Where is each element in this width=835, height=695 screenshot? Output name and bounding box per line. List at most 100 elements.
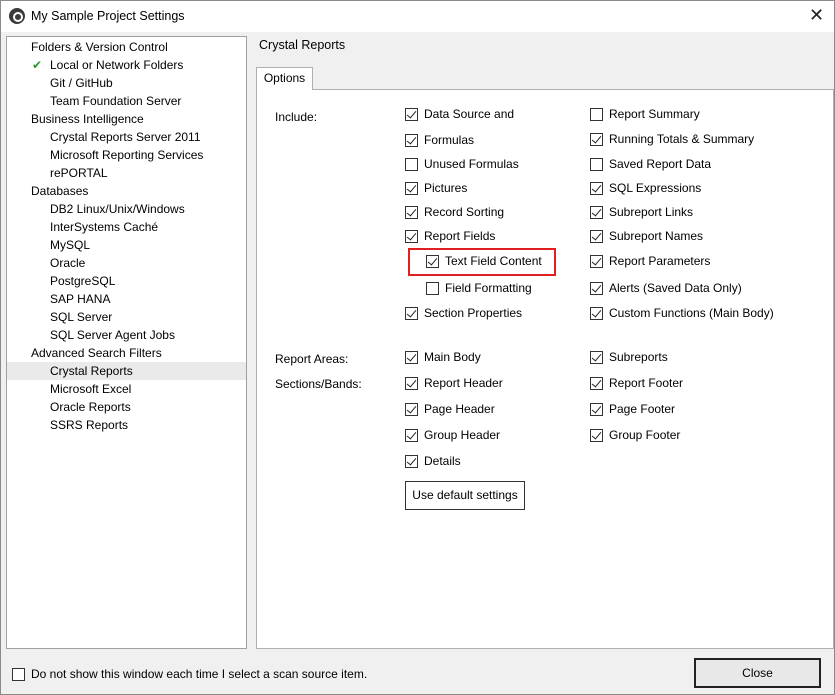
checkbox-box[interactable] <box>590 133 603 146</box>
tree-item[interactable]: SQL Server Agent Jobs <box>7 326 246 344</box>
checkbox-box[interactable] <box>590 351 603 364</box>
option-label: Report Parameters <box>609 254 711 268</box>
tree-item-label: SQL Server <box>50 310 113 324</box>
tree-item[interactable]: Team Foundation Server <box>7 92 246 110</box>
option-label: Report Header <box>424 376 503 390</box>
tree-item-label: Oracle <box>50 256 86 270</box>
options-panel <box>256 89 834 649</box>
checkbox-box[interactable] <box>12 668 25 681</box>
tree-item[interactable]: Crystal Reports <box>7 362 246 380</box>
tree-item-label: Microsoft Reporting Services <box>50 148 204 162</box>
option-label: SQL Expressions <box>609 181 702 195</box>
tree-item-label: Databases <box>31 184 89 198</box>
checkbox-box[interactable] <box>590 429 603 442</box>
tree-item-label: PostgreSQL <box>50 274 116 288</box>
checkbox-box[interactable] <box>590 108 603 121</box>
checkbox-box[interactable] <box>405 429 418 442</box>
tree-category[interactable]: Advanced Search Filters <box>7 344 246 362</box>
tree-item[interactable]: ✔ Local or Network Folders <box>7 56 246 74</box>
tree-item-label: Oracle Reports <box>50 400 131 414</box>
checkbox-box[interactable] <box>405 134 418 147</box>
tree-item[interactable]: Microsoft Excel <box>7 380 246 398</box>
option-label: Group Footer <box>609 428 681 442</box>
option-label: Main Body <box>424 350 481 364</box>
option-label: Formulas <box>424 133 475 147</box>
option-label: Subreports <box>609 350 668 364</box>
window-title: My Sample Project Settings <box>31 9 185 23</box>
tree-item-label: Business Intelligence <box>31 112 144 126</box>
tree-item-label: SAP HANA <box>50 292 111 306</box>
checkbox-box[interactable] <box>590 255 603 268</box>
tree-item[interactable]: SQL Server <box>7 308 246 326</box>
tree-item[interactable]: Oracle <box>7 254 246 272</box>
window-close-icon[interactable]: ✕ <box>799 1 834 32</box>
tree-item-label: InterSystems Caché <box>50 220 159 234</box>
tree-item-label: Git / GitHub <box>50 76 113 90</box>
tree-item[interactable]: rePORTAL <box>7 164 246 182</box>
tree-item-label: Team Foundation Server <box>50 94 182 108</box>
option-label: Page Header <box>424 402 495 416</box>
sections-bands-label: Sections/Bands: <box>275 377 362 391</box>
checkbox-box[interactable] <box>405 158 418 171</box>
option-label: Subreport Links <box>609 205 694 219</box>
tree-item-label: SQL Server Agent Jobs <box>50 328 175 342</box>
tab-options[interactable]: Options <box>256 67 313 90</box>
tree-category[interactable]: Business Intelligence <box>7 110 246 128</box>
tree-item[interactable]: DB2 Linux/Unix/Windows <box>7 200 246 218</box>
tree-item-label: SSRS Reports <box>50 418 129 432</box>
tree-item-label: DB2 Linux/Unix/Windows <box>50 202 185 216</box>
checkbox-box[interactable] <box>590 282 603 295</box>
tree-item-label: Microsoft Excel <box>50 382 132 396</box>
tree-item[interactable]: Microsoft Reporting Services <box>7 146 246 164</box>
source-tree: Folders & Version Control ✔ Local or Netwo… <box>6 36 247 649</box>
checkbox-box[interactable] <box>405 403 418 416</box>
checkbox-box[interactable] <box>405 377 418 390</box>
checkbox-box[interactable] <box>405 455 418 468</box>
checkbox-box[interactable] <box>405 182 418 195</box>
checkbox-box[interactable] <box>590 230 603 243</box>
checkbox-box[interactable] <box>405 108 418 121</box>
tree-item[interactable]: Git / GitHub <box>7 74 246 92</box>
checkbox-box[interactable] <box>405 351 418 364</box>
include-label: Include: <box>275 110 318 124</box>
tree-item[interactable]: Oracle Reports <box>7 398 246 416</box>
checkbox-box[interactable] <box>590 403 603 416</box>
option-label: Data Source and <box>424 107 515 121</box>
tree-item[interactable]: MySQL <box>7 236 246 254</box>
checkbox-box[interactable] <box>590 158 603 171</box>
close-button[interactable]: Close <box>694 658 821 688</box>
checkbox-box[interactable] <box>590 307 603 320</box>
option-label: Group Header <box>424 428 501 442</box>
option-label: Field Formatting <box>445 281 532 295</box>
use-default-settings-button[interactable]: Use default settings <box>405 481 525 510</box>
checkbox-box[interactable] <box>405 230 418 243</box>
tree-item-label: rePORTAL <box>50 166 108 180</box>
checkbox-box[interactable] <box>405 307 418 320</box>
checkbox-box[interactable] <box>590 377 603 390</box>
report-areas-label: Report Areas: <box>275 352 349 366</box>
option-label: Report Footer <box>609 376 684 390</box>
option-label: Running Totals & Summary <box>609 132 755 146</box>
option-label: Pictures <box>424 181 468 195</box>
settings-window: My Sample Project Settings ✕ Folders & V… <box>0 0 835 695</box>
highlight-box <box>408 248 556 276</box>
tree-category[interactable]: Folders & Version Control <box>7 38 246 56</box>
tree-item[interactable]: PostgreSQL <box>7 272 246 290</box>
tree-item[interactable]: SSRS Reports <box>7 416 246 434</box>
tree-item[interactable]: Crystal Reports Server 2011 <box>7 128 246 146</box>
tree-item-label: Crystal Reports Server 2011 <box>50 130 201 144</box>
tree-item[interactable]: InterSystems Caché <box>7 218 246 236</box>
panel-title: Crystal Reports <box>259 38 346 52</box>
checkbox-box[interactable] <box>590 182 603 195</box>
option-label: Subreport Names <box>609 229 704 243</box>
option-label: Alerts (Saved Data Only) <box>609 281 742 295</box>
checkbox-box[interactable] <box>405 206 418 219</box>
dont-show-label: Do not show this window each time I sele… <box>31 667 368 681</box>
tree-item[interactable]: SAP HANA <box>7 290 246 308</box>
tree-category[interactable]: Databases <box>7 182 246 200</box>
option-label: Custom Functions (Main Body) <box>609 306 774 320</box>
checkbox-box[interactable] <box>590 206 603 219</box>
checkbox-box[interactable] <box>426 282 439 295</box>
option-label: Details <box>424 454 461 468</box>
option-label: Section Properties <box>424 306 523 320</box>
